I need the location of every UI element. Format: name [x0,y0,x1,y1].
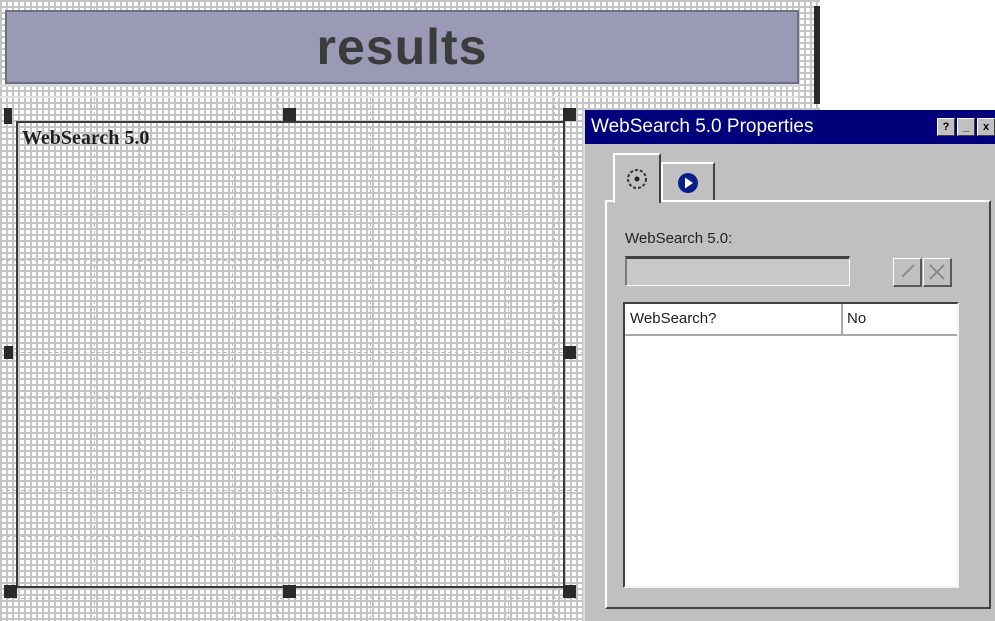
close-button[interactable]: x [977,118,995,136]
x-icon [929,264,945,280]
property-table[interactable]: WebSearch? No [623,302,959,588]
websearch-widget-frame[interactable]: WebSearch 5.0 [16,121,565,588]
resize-handle-left[interactable] [4,346,13,359]
results-banner[interactable]: results [5,10,799,84]
property-value[interactable]: No [843,304,957,334]
target-circle-icon [627,169,647,189]
resize-handle-bottom-right[interactable] [563,585,576,598]
tab-events[interactable] [661,162,715,202]
accept-button[interactable] [893,258,922,287]
resize-handle-top-right[interactable] [563,108,576,121]
value-input[interactable] [625,256,850,286]
banner-title: results [316,19,488,75]
checkmark-icon [899,264,915,280]
column-divider [814,6,820,104]
cancel-button[interactable] [923,258,952,287]
table-row[interactable]: WebSearch? No [625,304,957,336]
tab-properties[interactable] [613,153,661,203]
divider [0,84,800,87]
property-name: WebSearch? [625,304,843,334]
dialog-titlebar[interactable]: WebSearch 5.0 Properties ? _ x [585,110,995,144]
resize-handle-top[interactable] [283,108,296,121]
resize-handle-bottom[interactable] [283,585,296,598]
minimize-button[interactable]: _ [957,118,975,136]
properties-dialog: WebSearch 5.0 Properties ? _ x WebSearch… [583,110,995,621]
divider [798,84,800,106]
dialog-title: WebSearch 5.0 Properties [591,116,814,137]
help-button[interactable]: ? [937,118,955,136]
resize-handle-right[interactable] [563,346,576,359]
widget-label: WebSearch 5.0 [22,127,150,149]
play-circle-icon [678,173,698,193]
field-label: WebSearch 5.0: [625,230,733,247]
properties-panel: WebSearch 5.0: WebSearch? No [605,200,991,609]
resize-handle-bottom-left[interactable] [4,585,17,598]
divider [0,96,800,98]
resize-handle-top-left[interactable] [4,108,12,124]
